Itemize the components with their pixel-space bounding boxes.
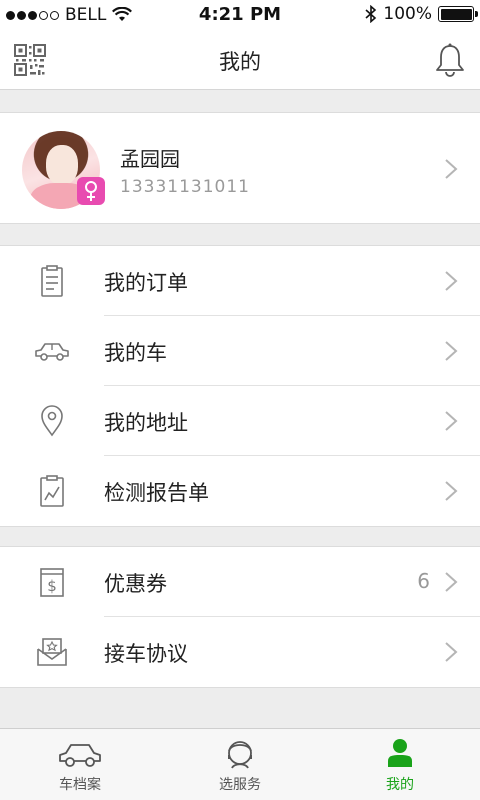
clipboard-icon xyxy=(41,265,63,297)
chevron-right-icon xyxy=(445,159,458,179)
user-icon xyxy=(388,739,412,767)
menu-item-label: 我的地址 xyxy=(104,411,188,435)
chevron-right-icon xyxy=(445,341,458,361)
tab-bar: 车档案 选服务 我的 xyxy=(0,728,480,800)
menu-item-label: 接车协议 xyxy=(104,642,188,666)
bluetooth-icon xyxy=(365,5,377,23)
status-bar: BELL 4:21 PM 100% xyxy=(0,0,480,30)
tab-car-archive[interactable]: 车档案 xyxy=(0,729,160,800)
tab-label: 我的 xyxy=(386,777,414,793)
coupon-dollar-icon: $ xyxy=(40,568,64,597)
car-icon xyxy=(35,343,69,361)
chevron-right-icon xyxy=(445,572,458,592)
tab-mine[interactable]: 我的 xyxy=(320,729,480,800)
report-chart-icon xyxy=(40,475,64,507)
tab-label: 车档案 xyxy=(59,777,101,793)
service-person-icon xyxy=(228,741,252,769)
tab-label: 选服务 xyxy=(219,777,261,793)
profile-card[interactable]: 孟园园 13331131011 xyxy=(0,112,480,224)
menu-item-label: 我的车 xyxy=(104,341,167,365)
chevron-right-icon xyxy=(445,642,458,662)
tab-select-service[interactable]: 选服务 xyxy=(160,729,320,800)
page-title: 我的 xyxy=(219,50,261,74)
menu-item-my-car[interactable]: 我的车 xyxy=(0,316,480,386)
menu-group-extras: $ 优惠券 6 接车协议 xyxy=(0,546,480,688)
svg-text:$: $ xyxy=(47,577,57,595)
chevron-right-icon xyxy=(445,481,458,501)
profile-phone: 13331131011 xyxy=(120,177,250,197)
menu-group-main: 我的订单 我的车 我的地址 检测报告单 xyxy=(0,245,480,527)
menu-item-report[interactable]: 检测报告单 xyxy=(0,456,480,526)
menu-item-coupons[interactable]: $ 优惠券 6 xyxy=(0,547,480,617)
chevron-right-icon xyxy=(445,411,458,431)
status-right: 100% xyxy=(365,4,478,24)
car-icon xyxy=(59,744,101,767)
menu-item-orders[interactable]: 我的订单 xyxy=(0,246,480,316)
menu-item-label: 优惠券 xyxy=(104,572,167,596)
agreement-box-icon xyxy=(37,638,67,666)
nav-bar: 我的 xyxy=(0,30,480,90)
menu-item-label: 检测报告单 xyxy=(104,481,209,505)
bell-icon[interactable] xyxy=(432,42,468,78)
chevron-right-icon xyxy=(445,271,458,291)
battery-percent: 100% xyxy=(383,4,432,24)
coupon-count: 6 xyxy=(417,569,430,593)
menu-item-pickup-agreement[interactable]: 接车协议 xyxy=(0,617,480,687)
profile-name: 孟园园 xyxy=(120,147,180,171)
location-pin-icon xyxy=(41,405,63,437)
battery-icon xyxy=(438,6,478,22)
female-icon xyxy=(77,177,105,205)
menu-item-label: 我的订单 xyxy=(104,271,188,295)
menu-item-address[interactable]: 我的地址 xyxy=(0,386,480,456)
